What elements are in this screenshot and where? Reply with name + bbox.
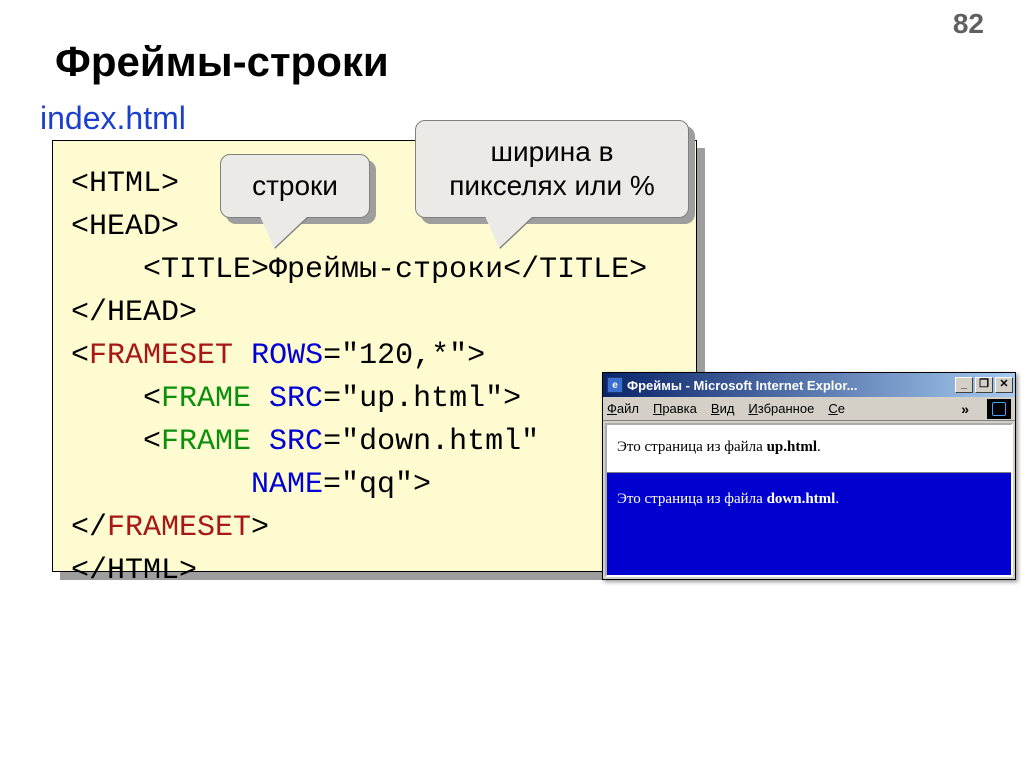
- callout-bubble: ширина в пикселях или %: [415, 120, 689, 218]
- kw-frameset: FRAMESET: [89, 339, 233, 373]
- frame-bottom-filename: down.html: [767, 491, 836, 507]
- t: [251, 382, 269, 416]
- browser-menubar: Файл Правка Вид Избранное Се »: [603, 397, 1015, 421]
- callout-bubble: строки: [220, 154, 370, 218]
- code-line: </HEAD>: [71, 296, 197, 330]
- menu-favorites[interactable]: Избранное: [748, 401, 814, 416]
- callout-tail: [260, 216, 308, 248]
- t: [71, 468, 251, 502]
- t: ="up.html">: [323, 382, 521, 416]
- t: <: [71, 339, 89, 373]
- browser-window: e Фреймы - Microsoft Internet Explor... …: [602, 372, 1016, 580]
- t: [251, 425, 269, 459]
- code-line: <HEAD>: [71, 210, 179, 244]
- callout-rows: строки: [220, 154, 370, 218]
- maximize-button[interactable]: ❐: [975, 377, 993, 393]
- ie-icon: e: [607, 377, 623, 393]
- code-line: <FRAME SRC="up.html">: [71, 382, 521, 416]
- attr-name: NAME: [251, 468, 323, 502]
- throbber-inner: [992, 402, 1006, 416]
- slide-title: Фреймы-строки: [55, 38, 389, 86]
- t: ="qq">: [323, 468, 431, 502]
- kw-frame: FRAME: [161, 382, 251, 416]
- t: ="down.html": [323, 425, 539, 459]
- frame-bottom: Это страница из файла down.html.: [607, 473, 1011, 575]
- frame-top-filename: up.html: [767, 439, 817, 455]
- t: ="120,*">: [323, 339, 485, 373]
- window-buttons: _ ❐ ✕: [953, 377, 1013, 393]
- t: >: [251, 511, 269, 545]
- frame-top: Это страница из файла up.html.: [607, 425, 1011, 473]
- kw-frame: FRAME: [161, 425, 251, 459]
- t: [233, 339, 251, 373]
- code-line: <FRAMESET ROWS="120,*">: [71, 339, 485, 373]
- frame-bottom-text-c: .: [835, 491, 839, 507]
- code-line: <HTML>: [71, 167, 179, 201]
- callout-width: ширина в пикселях или %: [415, 120, 689, 218]
- browser-viewport: Это страница из файла up.html. Это стран…: [605, 423, 1013, 577]
- attr-rows: ROWS: [251, 339, 323, 373]
- frame-bottom-text-a: Это страница из файла: [617, 491, 767, 507]
- t: </: [71, 511, 107, 545]
- callout-tail: [485, 216, 533, 248]
- kw-frameset: FRAMESET: [107, 511, 251, 545]
- attr-src: SRC: [269, 382, 323, 416]
- t: <: [71, 425, 161, 459]
- frame-top-text-a: Это страница из файла: [617, 439, 767, 455]
- filename-label: index.html: [40, 100, 186, 137]
- browser-titlebar[interactable]: e Фреймы - Microsoft Internet Explor... …: [603, 373, 1015, 397]
- throbber-icon: [987, 399, 1011, 419]
- t: <: [71, 382, 161, 416]
- page-number: 82: [953, 8, 984, 40]
- menu-services-cut[interactable]: Се: [828, 401, 845, 416]
- menu-view[interactable]: Вид: [711, 401, 735, 416]
- code-line: </HTML>: [71, 554, 197, 588]
- minimize-button[interactable]: _: [955, 377, 973, 393]
- menu-file[interactable]: Файл: [607, 401, 639, 416]
- attr-src: SRC: [269, 425, 323, 459]
- code-line: <FRAME SRC="down.html": [71, 425, 539, 459]
- menu-edit[interactable]: Правка: [653, 401, 697, 416]
- code-line: NAME="qq">: [71, 468, 431, 502]
- close-button[interactable]: ✕: [995, 377, 1013, 393]
- code-line: </FRAMESET>: [71, 511, 269, 545]
- window-title: Фреймы - Microsoft Internet Explor...: [627, 378, 858, 393]
- code-line: <TITLE>Фреймы-строки</TITLE>: [71, 253, 647, 287]
- menu-more[interactable]: »: [961, 401, 969, 417]
- frame-top-text-c: .: [817, 439, 821, 455]
